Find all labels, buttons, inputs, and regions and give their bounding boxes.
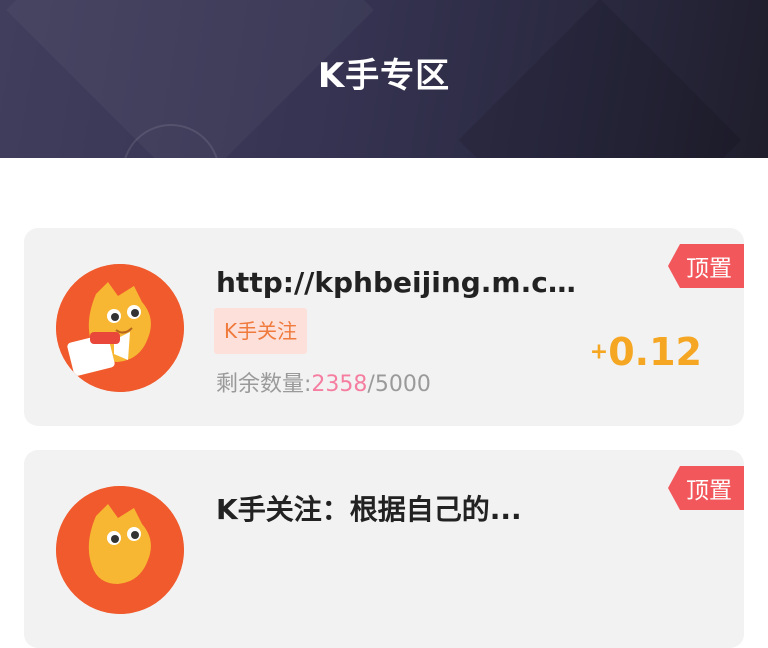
reward-value: 0.12 [608, 330, 702, 374]
total-count: 5000 [374, 372, 431, 397]
quota-separator: / [367, 372, 375, 397]
pinned-badge: 顶置 [668, 244, 744, 288]
page-title: K手专区 [317, 56, 451, 96]
quota-label: 剩余数量: [216, 372, 312, 397]
reward-amount: +0.12 [590, 330, 702, 374]
task-type-tag: K手关注 [214, 308, 308, 354]
orange-cat-avatar-icon [56, 486, 184, 614]
page-header: K手专区 [0, 0, 768, 158]
reward-sign: + [589, 339, 609, 365]
orange-cat-avatar-icon [56, 264, 184, 392]
remaining-count: 2358 [311, 372, 368, 397]
remaining-quota: 剩余数量:2358/5000 [216, 366, 431, 398]
task-title: http://kphbeijing.m.ch... [216, 266, 576, 299]
task-card[interactable]: 顶置 http://kphbeijing.m.ch... K手关注 剩余数量:2… [24, 228, 744, 426]
task-card[interactable]: 顶置 K手关注：根据自己的... [24, 450, 744, 648]
task-title: K手关注：根据自己的... [216, 493, 522, 526]
pinned-badge: 顶置 [668, 466, 744, 510]
